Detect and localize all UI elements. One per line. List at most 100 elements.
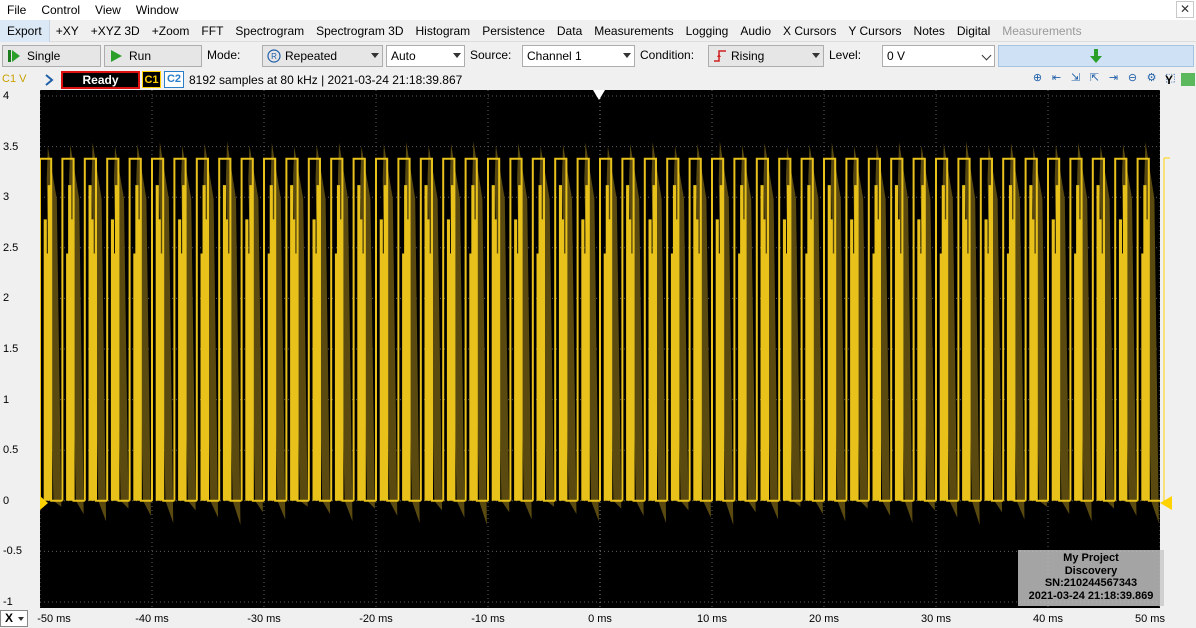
- status-row: C1 V Ready C1 C2 8192 samples at 80 kHz …: [0, 70, 1196, 90]
- chevron-down-icon: [981, 50, 992, 61]
- chevron-down-icon: [453, 53, 461, 58]
- close-icon[interactable]: ✕: [1176, 1, 1194, 18]
- device-name: Discovery: [1064, 564, 1118, 577]
- chevron-right-icon[interactable]: [44, 74, 54, 86]
- y-cursors-button[interactable]: Y Cursors: [842, 20, 907, 42]
- x-tick-label: 0 ms: [588, 613, 612, 625]
- run-label: Run: [129, 49, 152, 63]
- scope-plot[interactable]: [40, 90, 1160, 608]
- y-tick-label: 3.5: [3, 140, 19, 153]
- menu-window[interactable]: Window: [129, 0, 187, 20]
- channel-1-toggle[interactable]: C1: [142, 71, 161, 88]
- menu-control[interactable]: Control: [34, 0, 88, 20]
- add-xyz-3d-button[interactable]: +XYZ 3D: [85, 20, 146, 42]
- trigger-position-button[interactable]: [998, 45, 1194, 67]
- source-select[interactable]: Channel 1: [522, 45, 635, 67]
- run-button[interactable]: Run: [104, 45, 202, 67]
- y-axis: 4 3.5 3 2.5 2 1.5 1 0.5 0 -0.5 -1: [0, 90, 40, 608]
- x-tick-label: 40 ms: [1033, 613, 1063, 625]
- spectrogram-button[interactable]: Spectrogram: [229, 20, 310, 42]
- gear-icon[interactable]: ⚙: [1144, 71, 1159, 86]
- single-label: Single: [27, 49, 61, 63]
- chevron-down-icon: [18, 617, 24, 621]
- level-input[interactable]: 0 V: [882, 45, 995, 67]
- offset-markers: [1160, 157, 1172, 510]
- y-tick-label: 0.5: [3, 444, 19, 457]
- x-tick-label: -50 ms: [37, 613, 71, 625]
- x-cursors-button[interactable]: X Cursors: [777, 20, 842, 42]
- device-watermark: My Project Discovery SN:210244567343 202…: [1018, 550, 1164, 606]
- y-tick-label: 4: [3, 90, 10, 102]
- waveform-canvas[interactable]: [40, 90, 1160, 608]
- sample-info: 8192 samples at 80 kHz | 2021-03-24 21:1…: [189, 73, 463, 87]
- condition-select[interactable]: Rising: [708, 45, 824, 67]
- measurements-button[interactable]: Measurements: [588, 20, 679, 42]
- data-button[interactable]: Data: [551, 20, 588, 42]
- export-button[interactable]: Export: [0, 19, 50, 42]
- x-tick-label: 50 ms: [1135, 613, 1165, 625]
- y-tick-label: 2: [3, 292, 10, 305]
- serial-number: SN:210244567343: [1044, 577, 1138, 589]
- y-tick-label: -1: [3, 596, 13, 608]
- digital-button[interactable]: Digital: [951, 20, 996, 42]
- source-label: Source:: [470, 48, 512, 62]
- y-unit-label: Y: [1165, 73, 1174, 87]
- spectrogram-3d-button[interactable]: Spectrogram 3D: [310, 20, 409, 42]
- single-button[interactable]: Single: [2, 45, 101, 67]
- repeat-icon: R: [267, 49, 281, 63]
- notes-button[interactable]: Notes: [908, 20, 951, 42]
- zoom-in-icon[interactable]: ⊕: [1030, 71, 1045, 86]
- svg-text:R: R: [271, 52, 277, 61]
- source-value: Channel 1: [527, 49, 582, 63]
- zoom-toolbar: ⊕ ⇤ ⇲ ⇱ ⇥ ⊖ ⚙ ⬚: [1030, 71, 1178, 86]
- mode-select[interactable]: R Repeated: [262, 45, 383, 67]
- menu-file[interactable]: File: [0, 0, 34, 20]
- measurements-disabled-button[interactable]: Measurements: [996, 20, 1087, 42]
- zoom-right-icon[interactable]: ⇥: [1106, 71, 1121, 86]
- y-tick-label: 2.5: [3, 241, 19, 254]
- x-tick-label: 10 ms: [697, 613, 727, 625]
- x-axis-button-label: X: [5, 611, 14, 625]
- histogram-button[interactable]: Histogram: [410, 20, 477, 42]
- x-tick-label: -10 ms: [471, 613, 505, 625]
- persistence-button[interactable]: Persistence: [476, 20, 551, 42]
- fft-button[interactable]: FFT: [195, 20, 229, 42]
- chevron-down-icon: [812, 53, 820, 58]
- x-tick-label: -20 ms: [359, 613, 393, 625]
- add-zoom-button[interactable]: +Zoom: [146, 20, 196, 42]
- y-toggle[interactable]: [1181, 73, 1195, 86]
- logging-button[interactable]: Logging: [680, 20, 735, 42]
- menu-view[interactable]: View: [88, 0, 129, 20]
- channel-unit-label: C1 V: [2, 73, 27, 85]
- x-tick-label: -30 ms: [247, 613, 281, 625]
- level-value: 0 V: [887, 49, 906, 63]
- trigger-time-marker[interactable]: [593, 90, 605, 100]
- trigger-level-marker-right[interactable]: [1160, 496, 1172, 510]
- acquisition-controls: Single Run Mode: R Repeated Auto Source:…: [0, 43, 1196, 69]
- zoom-fit-icon[interactable]: ⇲: [1068, 71, 1083, 86]
- x-axis-menu[interactable]: X: [0, 610, 28, 627]
- chevron-down-icon: [371, 53, 379, 58]
- x-tick-label: 30 ms: [921, 613, 951, 625]
- zoom-out-icon[interactable]: ⊖: [1125, 71, 1140, 86]
- trigger-mode-select[interactable]: Auto: [386, 45, 465, 67]
- mode-label: Mode:: [207, 48, 241, 62]
- y-tick-label: -0.5: [3, 545, 22, 558]
- signal-trace: [40, 157, 1160, 502]
- x-axis: X -50 ms -40 ms -30 ms -20 ms -10 ms 0 m…: [0, 608, 1196, 628]
- right-gutter: [1160, 90, 1196, 608]
- add-xy-button[interactable]: +XY: [50, 20, 85, 42]
- trigger-mode-value: Auto: [391, 49, 416, 63]
- y-tick-label: 1: [3, 393, 10, 406]
- single-icon: [8, 50, 20, 62]
- rising-edge-icon: [714, 50, 726, 62]
- mode-value: Repeated: [285, 49, 338, 63]
- audio-button[interactable]: Audio: [734, 20, 777, 42]
- zoom-left-icon[interactable]: ⇤: [1049, 71, 1064, 86]
- condition-label: Condition:: [640, 48, 695, 62]
- project-name: My Project: [1063, 552, 1119, 564]
- zoom-center-icon[interactable]: ⇱: [1087, 71, 1102, 86]
- play-icon: [111, 50, 122, 62]
- level-label: Level:: [829, 48, 862, 62]
- channel-2-toggle[interactable]: C2: [164, 71, 184, 88]
